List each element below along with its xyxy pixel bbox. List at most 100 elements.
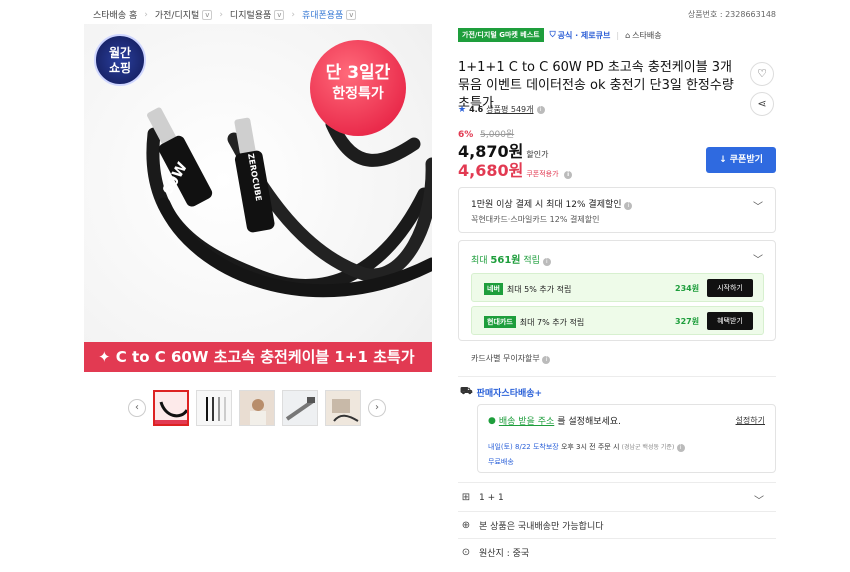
chevron-down-icon[interactable]: ﹀: [754, 492, 838, 507]
coupon-price: 4,680원: [458, 161, 524, 180]
info-icon[interactable]: i: [564, 171, 573, 179]
domestic-shipping-text: 본 상품은 국내배송만 가능합니다: [479, 522, 604, 532]
divider: [458, 376, 776, 377]
rewards-amount: 561원: [490, 255, 521, 266]
monthly-shopping-badge: 월간 쇼핑: [94, 34, 146, 86]
badge-text: 한정특가: [332, 86, 384, 102]
search-icon: ⊙: [461, 547, 471, 558]
breadcrumb: 스타배송 홈 › 가전/디지털 v › 디지털용품 v › 휴대폰용품 v: [93, 8, 357, 21]
share-button[interactable]: ⋖: [750, 92, 774, 116]
card-discount-title-text: 1만원 이상 결제 시 최대 12% 결제할인: [471, 200, 622, 210]
get-coupon-button[interactable]: ↓ 쿠폰받기: [706, 147, 776, 173]
official-store-link[interactable]: ⛉ 공식 · 제로큐브: [550, 30, 611, 41]
info-icon[interactable]: i: [542, 356, 551, 364]
chevron-down-icon[interactable]: ﹀: [753, 198, 763, 213]
globe-icon: ⊕: [461, 520, 471, 531]
rating-row: ★ 4.6 상품평 549개 i: [458, 104, 545, 115]
reward-text: 최대 7% 추가 적립: [519, 317, 585, 327]
divider: [458, 482, 776, 483]
rewards-title-prefix: 최대: [471, 256, 491, 266]
address-row: ● 배송 받을 주소 를 설정해보세요.: [488, 414, 621, 428]
reward-chip: 현대카드: [484, 316, 516, 328]
product-main-image[interactable]: 60W ZEROCUBE 월간 쇼핑 단 3일간 한정특가 ✦ C to C 6…: [84, 24, 432, 372]
set-address-link[interactable]: 설정하기: [736, 415, 765, 426]
coupon-price-row: 4,680원 쿠폰적용가 i: [458, 157, 573, 181]
heart-icon: ♡: [757, 67, 767, 80]
next-thumbnail-button[interactable]: ›: [368, 399, 386, 417]
truck-icon: ⛟: [460, 386, 473, 397]
card-interest-free-label: 카드사별 무이자할부: [471, 354, 540, 363]
breadcrumb-separator: ›: [219, 9, 223, 20]
chevron-down-icon[interactable]: v: [274, 9, 285, 20]
shipping-fee: 무료배송: [488, 458, 514, 466]
star-icon: ★: [458, 104, 467, 115]
thumbnail-strip: ‹ ›: [128, 390, 386, 426]
reward-amount: 327원: [675, 317, 700, 326]
rewards-title: 최대 561원 적립 i: [471, 251, 551, 266]
breadcrumb-subcategory[interactable]: 디지털용품: [230, 8, 271, 21]
eta-text: 오후 3시 전 주문 시: [560, 443, 620, 451]
origin-text: 원산지 : 중국: [479, 549, 530, 559]
card-interest-free[interactable]: 카드사별 무이자할부 i: [471, 353, 551, 364]
product-number: 상품번호 : 2328663148: [687, 10, 776, 19]
official-store-label: 공식 · 제로큐브: [557, 30, 611, 40]
thumbnail[interactable]: [196, 390, 232, 426]
chevron-down-icon[interactable]: ﹀: [753, 251, 763, 266]
reward-item: 네버 최대 5% 추가 적립 234원 시작하기: [471, 273, 764, 302]
bundle-option-row[interactable]: ⊞ 1 + 1: [460, 492, 504, 503]
reward-text: 최대 5% 추가 적립: [506, 284, 572, 294]
badge-text: 단 3일간: [325, 63, 391, 83]
info-icon[interactable]: i: [542, 258, 551, 266]
reward-item: 현대카드 최대 7% 추가 적립 327원 혜택받기: [471, 306, 764, 335]
reward-amount: 234원: [675, 284, 700, 293]
address-link[interactable]: 배송 받을 주소: [499, 414, 554, 427]
breadcrumb-separator: ›: [291, 9, 295, 20]
thumbnail[interactable]: [239, 390, 275, 426]
location-pin-icon: ●: [488, 415, 496, 426]
address-text: 를 설정해보세요.: [557, 417, 621, 427]
gift-icon: ⊞: [461, 492, 471, 503]
prev-thumbnail-button[interactable]: ‹: [128, 399, 146, 417]
seller-tags: 가전/디지털 G마켓 베스트 ⛉ 공식 · 제로큐브 | ⌂ 스타배송: [458, 28, 662, 42]
info-icon[interactable]: i: [624, 202, 633, 210]
reward-benefit-button[interactable]: 혜택받기: [707, 312, 753, 330]
info-icon[interactable]: i: [536, 105, 545, 114]
home-icon: ⌂: [625, 30, 631, 40]
wishlist-button[interactable]: ♡: [750, 62, 774, 86]
eta-note: (경남군 백성동 기준): [621, 444, 675, 451]
shield-icon: ⛉: [549, 30, 556, 39]
delivery-header-label: 판매자스타배송+: [476, 389, 543, 399]
delivery-box: ● 배송 받을 주소 를 설정해보세요. 설정하기 내일(토) 8/22 도착보…: [477, 404, 776, 473]
chevron-down-icon[interactable]: v: [202, 9, 213, 20]
thumbnail[interactable]: [153, 390, 189, 426]
delivery-header: ⛟ 판매자스타배송+: [460, 386, 542, 399]
reward-start-button[interactable]: 시작하기: [707, 279, 753, 297]
breadcrumb-current[interactable]: 휴대폰용품: [302, 8, 343, 21]
divider: [458, 511, 776, 512]
coupon-price-note: 쿠폰적용가: [526, 170, 559, 178]
limited-sale-badge: 단 3일간 한정특가: [310, 40, 406, 136]
reward-chip: 네버: [484, 283, 503, 295]
rewards-box: 최대 561원 적립 i ﹀ 네버 최대 5% 추가 적립 234원 시작하기 현…: [458, 240, 776, 341]
badge-text: 월간: [108, 46, 132, 60]
breadcrumb-separator: ›: [144, 9, 148, 20]
store-label: 스타배송: [632, 30, 662, 40]
info-icon[interactable]: i: [676, 444, 685, 452]
best-tag[interactable]: 가전/디지털 G마켓 베스트: [458, 28, 544, 42]
breadcrumb-category[interactable]: 가전/디지털: [155, 8, 199, 21]
reviews-link[interactable]: 상품평 549개: [486, 104, 533, 115]
thumbnail[interactable]: [282, 390, 318, 426]
divider: [458, 538, 776, 539]
badge-text: 쇼핑: [108, 61, 132, 75]
bundle-label: 1 + 1: [479, 492, 504, 503]
rewards-title-suffix: 적립: [520, 256, 540, 266]
thumbnail[interactable]: [325, 390, 361, 426]
origin-row: ⊙ 원산지 : 중국: [460, 546, 529, 559]
share-icon: ⋖: [757, 97, 767, 110]
store-link[interactable]: ⌂ 스타배송: [625, 30, 662, 41]
card-discount-title: 1만원 이상 결제 시 최대 12% 결제할인 i: [471, 197, 633, 210]
rating-score: 4.6: [469, 105, 484, 114]
breadcrumb-home[interactable]: 스타배송 홈: [93, 8, 137, 21]
card-discount-box[interactable]: 1만원 이상 결제 시 최대 12% 결제할인 i 꼭현대카드·스마일카드 12…: [458, 187, 776, 233]
chevron-down-icon[interactable]: v: [346, 9, 357, 20]
